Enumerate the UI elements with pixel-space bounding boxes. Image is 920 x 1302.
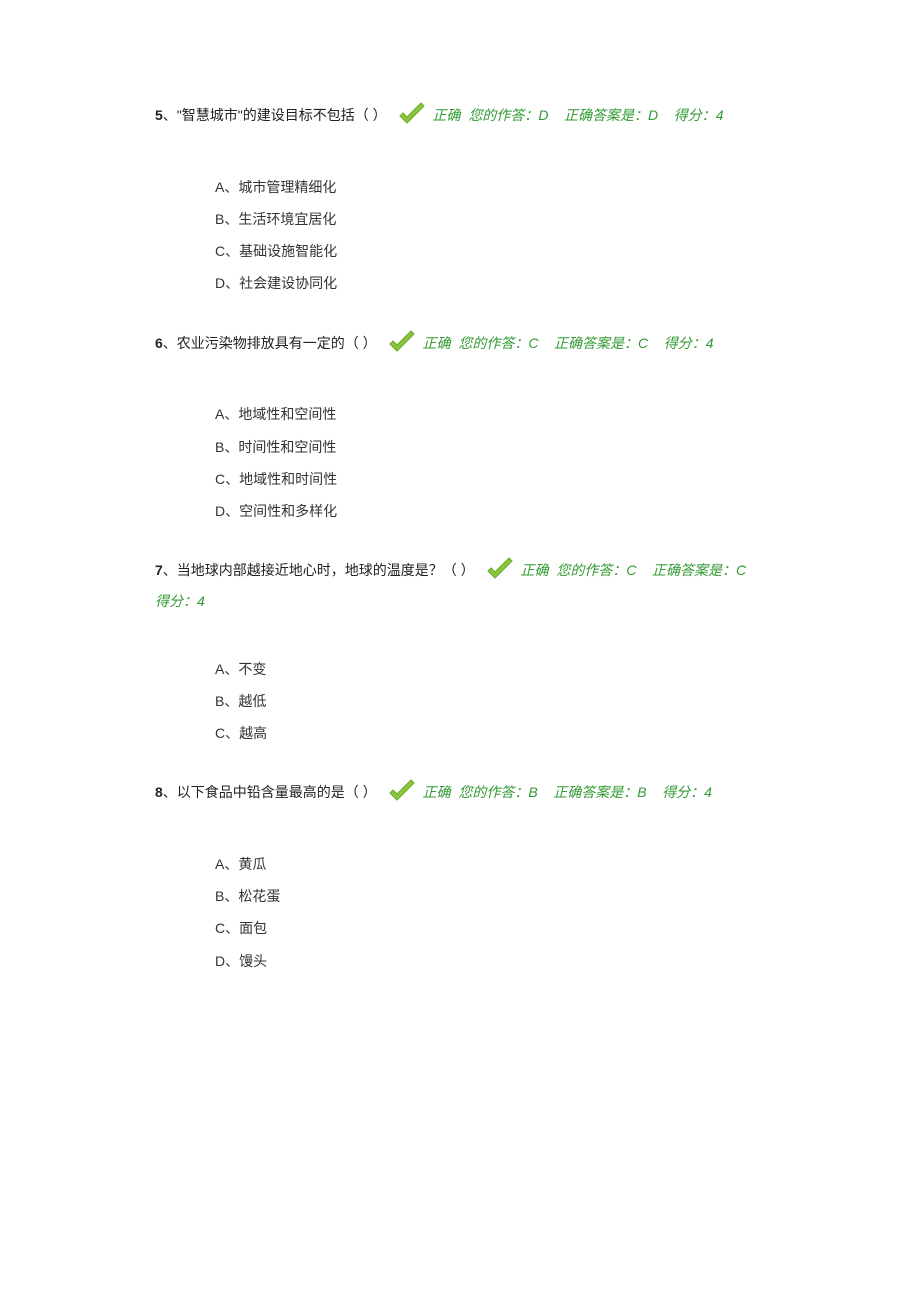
correct-answer: C [736, 562, 746, 578]
options-list: A、地域性和空间性 B、时间性和空间性 C、地域性和时间性 D、空间性和多样化 [215, 398, 765, 527]
your-answer: C [626, 562, 636, 578]
question-head: 6、农业污染物排放具有一定的（ ） 正确 您的作答：C 正确答案是：C 得分：4 [155, 328, 765, 359]
option-d: D、社会建设协同化 [215, 267, 765, 299]
status-label: 正确 [422, 335, 450, 351]
score-label: 得分： [674, 107, 716, 123]
option-c: C、地域性和时间性 [215, 463, 765, 495]
options-list: A、不变 B、越低 C、越高 [215, 653, 765, 750]
question-head: 7、当地球内部越接近地心时，地球的温度是？（ ） 正确 您的作答：C 正确答案是… [155, 555, 765, 617]
your-answer-label: 您的作答： [458, 784, 528, 800]
question-number: 6 [155, 335, 163, 351]
status-label: 正确 [432, 107, 460, 123]
question-5: 5、"智慧城市"的建设目标不包括（ ） 正确 您的作答：D 正确答案是：D 得分… [155, 100, 765, 300]
question-head: 8、以下食品中铅含量最高的是（ ） 正确 您的作答：B 正确答案是：B 得分：4 [155, 777, 765, 808]
question-sep: 、 [163, 107, 177, 123]
correct-answer-label: 正确答案是： [652, 562, 736, 578]
score-label: 得分： [664, 335, 706, 351]
option-b: B、松花蛋 [215, 880, 765, 912]
correct-answer-label: 正确答案是： [553, 784, 637, 800]
option-b: B、生活环境宜居化 [215, 203, 765, 235]
correct-answer-label: 正确答案是： [554, 335, 638, 351]
question-number: 7 [155, 562, 163, 578]
option-c: C、面包 [215, 912, 765, 944]
correct-answer: C [638, 335, 648, 351]
option-a: A、黄瓜 [215, 848, 765, 880]
status-label: 正确 [520, 562, 548, 578]
checkmark-icon [485, 557, 515, 583]
checkmark-icon [397, 102, 427, 128]
option-a: A、地域性和空间性 [215, 398, 765, 430]
score-value: 4 [716, 107, 724, 123]
option-d: D、空间性和多样化 [215, 495, 765, 527]
correct-answer-label: 正确答案是： [564, 107, 648, 123]
correct-answer: D [648, 107, 658, 123]
score-value: 4 [706, 335, 714, 351]
question-text: 以下食品中铅含量最高的是（ ） [177, 784, 377, 800]
question-6: 6、农业污染物排放具有一定的（ ） 正确 您的作答：C 正确答案是：C 得分：4… [155, 328, 765, 528]
your-answer: B [528, 784, 537, 800]
option-a: A、不变 [215, 653, 765, 685]
your-answer-label: 您的作答： [556, 562, 626, 578]
status-label: 正确 [422, 784, 450, 800]
score-label: 得分： [155, 593, 197, 609]
question-number: 5 [155, 107, 163, 123]
your-answer-label: 您的作答： [458, 335, 528, 351]
your-answer: D [538, 107, 548, 123]
your-answer-label: 您的作答： [468, 107, 538, 123]
question-number: 8 [155, 784, 163, 800]
option-c: C、基础设施智能化 [215, 235, 765, 267]
your-answer: C [528, 335, 538, 351]
question-sep: 、 [163, 335, 177, 351]
question-text: 农业污染物排放具有一定的（ ） [177, 335, 377, 351]
score-value: 4 [197, 593, 205, 609]
option-d: D、馒头 [215, 945, 765, 977]
checkmark-icon [387, 779, 417, 805]
question-sep: 、 [163, 784, 177, 800]
option-c: C、越高 [215, 717, 765, 749]
option-b: B、越低 [215, 685, 765, 717]
options-list: A、黄瓜 B、松花蛋 C、面包 D、馒头 [215, 848, 765, 977]
question-8: 8、以下食品中铅含量最高的是（ ） 正确 您的作答：B 正确答案是：B 得分：4… [155, 777, 765, 977]
question-text: "智慧城市"的建设目标不包括（ ） [177, 107, 387, 123]
option-a: A、城市管理精细化 [215, 171, 765, 203]
correct-answer: B [637, 784, 646, 800]
question-head: 5、"智慧城市"的建设目标不包括（ ） 正确 您的作答：D 正确答案是：D 得分… [155, 100, 765, 131]
score-label: 得分： [662, 784, 704, 800]
question-sep: 、 [163, 562, 177, 578]
score-value: 4 [704, 784, 712, 800]
options-list: A、城市管理精细化 B、生活环境宜居化 C、基础设施智能化 D、社会建设协同化 [215, 171, 765, 300]
option-b: B、时间性和空间性 [215, 431, 765, 463]
question-text: 当地球内部越接近地心时，地球的温度是？（ ） [177, 562, 475, 578]
checkmark-icon [387, 330, 417, 356]
question-7: 7、当地球内部越接近地心时，地球的温度是？（ ） 正确 您的作答：C 正确答案是… [155, 555, 765, 749]
